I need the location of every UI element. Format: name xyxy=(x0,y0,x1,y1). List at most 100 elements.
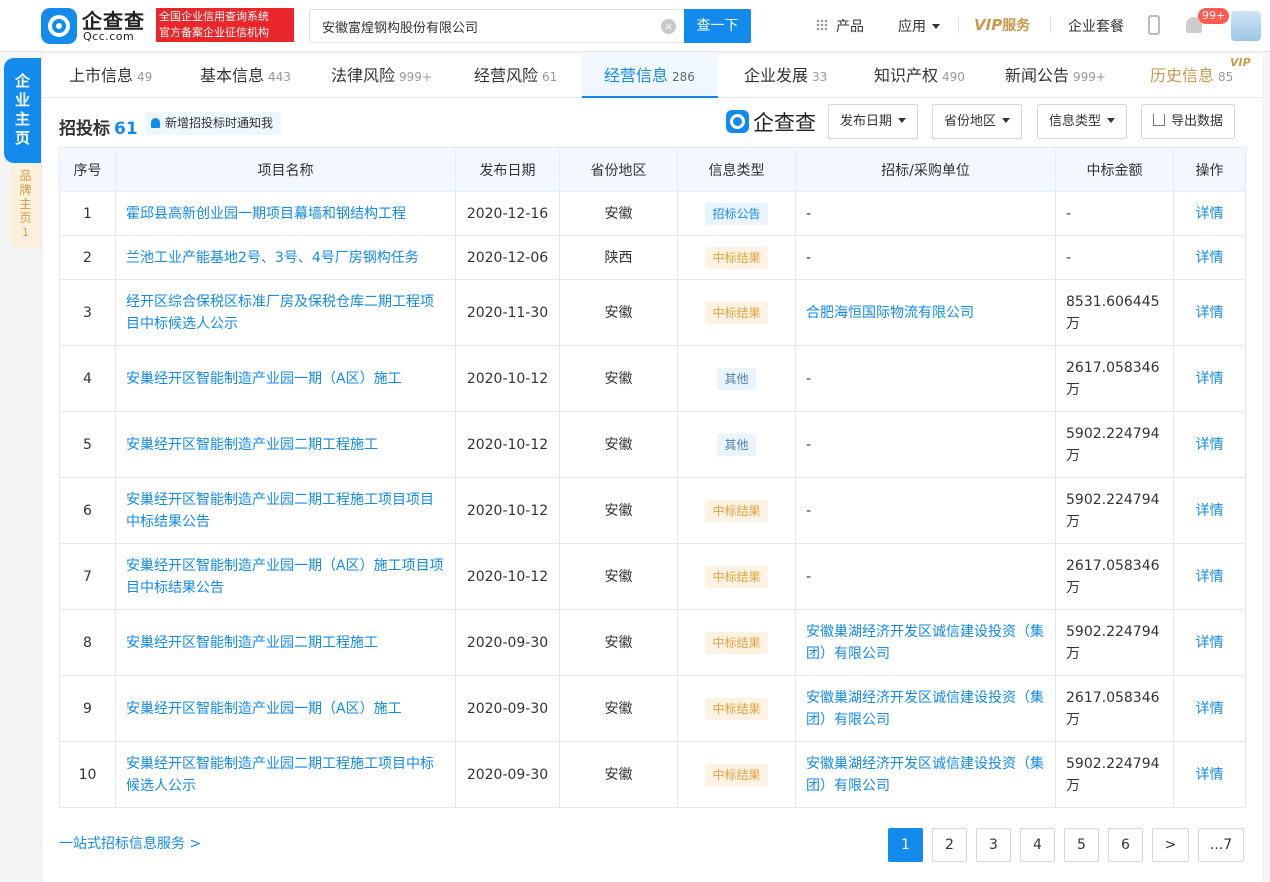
publish-date: 2020-10-12 xyxy=(455,543,560,610)
detail-link[interactable]: 详情 xyxy=(1173,411,1246,478)
project-name-link[interactable]: 霍邱县高新创业园一期项目幕墙和钢结构工程 xyxy=(115,191,456,236)
tab-count: 286 xyxy=(672,70,695,84)
column-header: 中标金额 xyxy=(1055,147,1174,192)
notify-button[interactable]: 新增招投标时通知我 xyxy=(145,112,282,135)
side-tab-company-home[interactable]: 企业主页 xyxy=(4,58,41,163)
nav-divider xyxy=(1050,17,1051,33)
detail-link[interactable]: 详情 xyxy=(1173,609,1246,676)
info-type-cell: 中标结果 xyxy=(677,477,796,544)
filter-publish-date[interactable]: 发布日期 xyxy=(828,104,919,139)
region: 安徽 xyxy=(559,411,678,478)
tab-count: 61 xyxy=(542,70,558,84)
table-row: 5 安巢经开区智能制造产业园二期工程施工 2020-10-12 安徽 其他 -5902.2… xyxy=(59,411,1246,478)
bid-amount: 5902.224794万 xyxy=(1055,609,1174,676)
page-button[interactable]: 5 xyxy=(1064,828,1099,862)
export-button[interactable]: 导出数据 xyxy=(1141,104,1236,139)
tab-legal-risk[interactable]: 法律风险 999+ xyxy=(331,54,432,98)
tab-intellectual-property[interactable]: 知识产权 490 xyxy=(874,54,965,98)
project-name-link[interactable]: 安巢经开区智能制造产业园一期（A区）施工 xyxy=(115,345,456,412)
nav-products[interactable]: 产品 xyxy=(836,16,864,36)
tab-business-info[interactable]: 经营信息 286 xyxy=(582,54,718,98)
vip-label: VIP xyxy=(974,16,1003,34)
tab-news[interactable]: 新闻公告 999+ xyxy=(1005,54,1106,98)
page-button[interactable]: 3 xyxy=(976,828,1011,862)
column-header: 发布日期 xyxy=(455,147,560,192)
nav-apps[interactable]: 应用 xyxy=(898,16,940,36)
region: 安徽 xyxy=(559,477,678,544)
info-type-tag: 中标结果 xyxy=(705,631,768,654)
project-name-link[interactable]: 安巢经开区智能制造产业园二期工程施工项目中标候选人公示 xyxy=(115,741,456,808)
tab-count: 443 xyxy=(268,70,291,84)
detail-link[interactable]: 详情 xyxy=(1173,675,1246,742)
purchasing-unit[interactable]: 安徽巢湖经济开发区诚信建设投资（集团）有限公司 xyxy=(795,741,1056,808)
table-row: 2 兰池工业产能基地2号、3号、4号厂房钢构任务 2020-12-06 陕西 中标结果 -… xyxy=(59,235,1246,280)
detail-link[interactable]: 详情 xyxy=(1173,235,1246,280)
next-page-button[interactable]: > xyxy=(1152,828,1189,862)
purchasing-unit: - xyxy=(795,411,1056,478)
last-page-button[interactable]: ...7 xyxy=(1198,828,1244,862)
search-button[interactable]: 查一下 xyxy=(684,9,751,43)
tab-listed-info[interactable]: 上市信息 49 xyxy=(69,54,152,98)
badge-line-2: 官方备案企业征信机构 xyxy=(159,26,269,39)
info-type-cell: 中标结果 xyxy=(677,235,796,280)
side-tab-brand-home[interactable]: 品牌主页 1 xyxy=(10,164,41,248)
region: 陕西 xyxy=(559,235,678,280)
nav-divider xyxy=(958,17,959,33)
page-button[interactable]: 6 xyxy=(1108,828,1143,862)
bid-amount: 2617.058346万 xyxy=(1055,675,1174,742)
detail-link[interactable]: 详情 xyxy=(1173,345,1246,412)
qcc-logo-icon[interactable] xyxy=(41,8,77,44)
tab-basic-info[interactable]: 基本信息 443 xyxy=(200,54,291,98)
detail-link[interactable]: 详情 xyxy=(1173,477,1246,544)
publish-date: 2020-09-30 xyxy=(455,675,560,742)
avatar[interactable] xyxy=(1231,11,1261,41)
nav-vip-service[interactable]: VIP服务 xyxy=(974,15,1030,35)
tab-label: 经营信息 xyxy=(604,66,669,85)
column-header: 省份地区 xyxy=(559,147,678,192)
tab-development[interactable]: 企业发展 33 xyxy=(744,54,827,98)
project-name-link[interactable]: 安巢经开区智能制造产业园一期（A区）施工 xyxy=(115,675,456,742)
project-name-link[interactable]: 安巢经开区智能制造产业园二期工程施工项目项目中标结果公告 xyxy=(115,477,456,544)
page-button[interactable]: 1 xyxy=(888,828,923,862)
page-button[interactable]: 4 xyxy=(1020,828,1055,862)
filter-region[interactable]: 省份地区 xyxy=(932,104,1023,139)
detail-link[interactable]: 详情 xyxy=(1173,279,1246,346)
info-type-tag: 其他 xyxy=(717,433,756,456)
detail-link[interactable]: 详情 xyxy=(1173,543,1246,610)
purchasing-unit[interactable]: 安徽巢湖经济开发区诚信建设投资（集团）有限公司 xyxy=(795,609,1056,676)
search-input[interactable] xyxy=(322,10,652,42)
row-number: 8 xyxy=(59,609,116,676)
table-row: 8 安巢经开区智能制造产业园二期工程施工 2020-09-30 安徽 中标结果 安徽巢湖经… xyxy=(59,609,1246,676)
purchasing-unit[interactable]: 合肥海恒国际物流有限公司 xyxy=(795,279,1056,346)
row-number: 4 xyxy=(59,345,116,412)
export-icon xyxy=(1153,114,1165,126)
clear-icon[interactable]: × xyxy=(661,19,676,34)
tab-operational-risk[interactable]: 经营风险 61 xyxy=(474,54,557,98)
bidding-service-link[interactable]: 一站式招标信息服务 > xyxy=(59,833,201,853)
project-name-link[interactable]: 经开区综合保税区标准厂房及保税仓库二期工程项目中标候选人公示 xyxy=(115,279,456,346)
project-name-link[interactable]: 安巢经开区智能制造产业园一期（A区）施工项目项目中标结果公告 xyxy=(115,543,456,610)
nav-enterprise-package[interactable]: 企业套餐 xyxy=(1068,16,1124,36)
info-type-cell: 其他 xyxy=(677,411,796,478)
detail-link[interactable]: 详情 xyxy=(1173,191,1246,236)
project-name-link[interactable]: 安巢经开区智能制造产业园二期工程施工 xyxy=(115,411,456,478)
tab-history[interactable]: 历史信息 85 xyxy=(1150,54,1233,98)
search-box: × xyxy=(309,9,684,43)
section-tabs: 上市信息 49 基本信息 443 法律风险 999+ 经营风险 61 经营信息 286 企… xyxy=(42,54,1263,98)
brand-logo-text: 企查查 xyxy=(753,111,816,135)
page-button[interactable]: 2 xyxy=(932,828,967,862)
info-type-tag: 中标结果 xyxy=(705,565,768,588)
detail-link[interactable]: 详情 xyxy=(1173,741,1246,808)
project-name-link[interactable]: 安巢经开区智能制造产业园二期工程施工 xyxy=(115,609,456,676)
chevron-down-icon xyxy=(1107,118,1116,123)
vip-service-label: 服务 xyxy=(1002,18,1031,34)
filter-info-type[interactable]: 信息类型 xyxy=(1037,104,1128,139)
bidding-table: 序号 项目名称 发布日期 省份地区 信息类型 招标/采购单位 中标金额 操作 1… xyxy=(59,147,1246,808)
row-number: 5 xyxy=(59,411,116,478)
table-row: 7 安巢经开区智能制造产业园一期（A区）施工项目项目中标结果公告 2020-10-1… xyxy=(59,543,1246,610)
publish-date: 2020-10-12 xyxy=(455,477,560,544)
project-name-link[interactable]: 兰池工业产能基地2号、3号、4号厂房钢构任务 xyxy=(115,235,456,280)
purchasing-unit[interactable]: 安徽巢湖经济开发区诚信建设投资（集团）有限公司 xyxy=(795,675,1056,742)
phone-icon[interactable] xyxy=(1148,15,1160,35)
tab-label: 上市信息 xyxy=(69,66,134,85)
